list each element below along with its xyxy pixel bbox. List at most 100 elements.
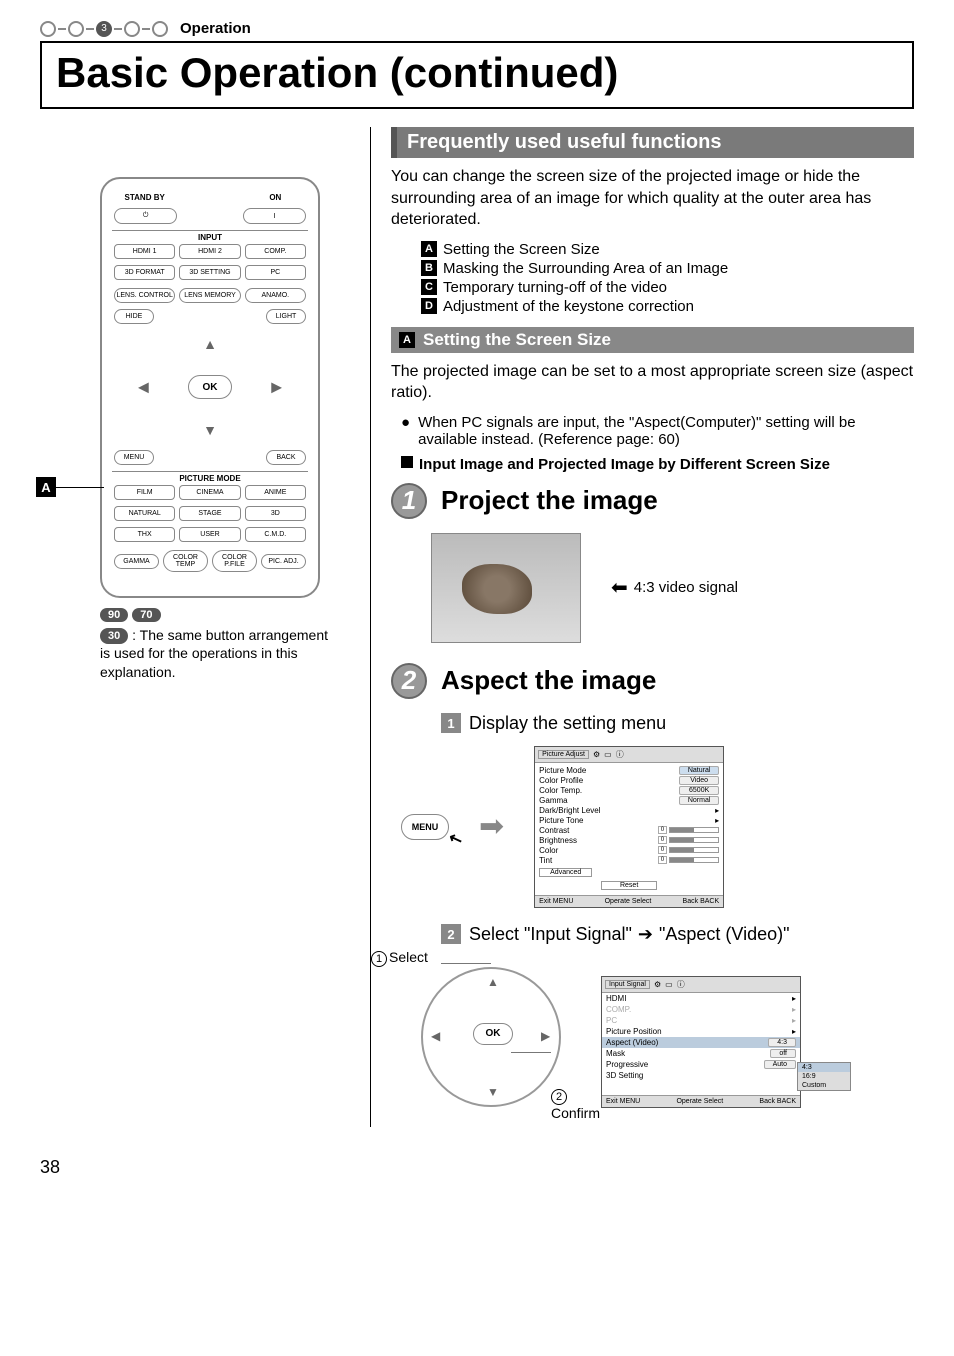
- bullet-icon: ●: [401, 414, 410, 448]
- pc-button[interactable]: PC: [245, 265, 306, 280]
- input-section-label: INPUT: [112, 230, 308, 242]
- standby-label: STAND BY: [112, 193, 177, 202]
- color-temp-button[interactable]: COLOR TEMP: [163, 550, 208, 572]
- remote-diagram: A STAND BY ON ⏻ I INPUT HDMI 1: [40, 177, 340, 598]
- step-active: 3: [96, 21, 112, 37]
- 3d-format-button[interactable]: 3D FORMAT: [114, 265, 175, 280]
- aspect-popup: 4:3 16:9 Custom: [797, 1062, 851, 1091]
- color-pfile-button[interactable]: COLOR P.FILE: [212, 550, 257, 572]
- sub-step-2-number: 2: [441, 924, 461, 944]
- 3d-button[interactable]: 3D: [245, 506, 306, 521]
- confirm-label: Confirm: [551, 1105, 600, 1121]
- ref-30: 30: [100, 628, 128, 644]
- menu-button[interactable]: MENU: [114, 450, 154, 465]
- sub-step-1: 1 Display the setting menu: [441, 713, 914, 734]
- sub-a-bold-text: Input Image and Projected Image by Diffe…: [419, 456, 830, 473]
- picture-mode-label: PICTURE MODE: [112, 471, 308, 483]
- ok-button[interactable]: OK: [188, 375, 232, 399]
- step-1-number: 1: [391, 483, 427, 519]
- sub-step-2-text-a: Select "Input Signal": [469, 924, 632, 945]
- cursor-icon: ↖: [446, 827, 465, 850]
- function-list: ASetting the Screen Size BMasking the Su…: [421, 241, 914, 315]
- list-c: Temporary turning-off of the video: [443, 279, 667, 296]
- select-confirm-diagram: 1Select ▲ ▼ ◀ ▶ OK 2Confirm: [401, 957, 581, 1127]
- video-signal-label: ⬅ 4:3 video signal: [611, 575, 738, 600]
- sub-a-text: The projected image can be set to a most…: [391, 361, 914, 404]
- intro-text: You can change the screen size of the pr…: [391, 166, 914, 231]
- sub-step-1-number: 1: [441, 713, 461, 733]
- back-button[interactable]: BACK: [266, 450, 306, 465]
- list-a: Setting the Screen Size: [443, 241, 600, 258]
- sub-a-bullet-text: When PC signals are input, the "Aspect(C…: [418, 414, 914, 448]
- lens-memory-button[interactable]: LENS MEMORY: [179, 288, 240, 303]
- section-heading: Frequently used useful functions: [391, 127, 914, 158]
- stage-button[interactable]: STAGE: [179, 506, 240, 521]
- arrow-right-icon: ➡: [479, 809, 504, 844]
- pic-adj-button[interactable]: PIC. ADJ.: [261, 554, 306, 569]
- popup-4-3[interactable]: 4:3: [798, 1063, 850, 1072]
- step-2-number: 2: [391, 663, 427, 699]
- sub-step-2-text-b: "Aspect (Video)": [659, 924, 790, 945]
- marker-d-icon: D: [421, 298, 437, 314]
- breadcrumb: 3 Operation: [40, 20, 914, 37]
- user-button[interactable]: USER: [179, 527, 240, 542]
- osd-picture-adjust: Picture Adjust⚙▭ⓘ Picture ModeNatural Co…: [534, 746, 724, 908]
- hdmi1-button[interactable]: HDMI 1: [114, 244, 175, 259]
- nav-down[interactable]: ▼: [203, 422, 217, 438]
- hdmi2-button[interactable]: HDMI 2: [179, 244, 240, 259]
- standby-button[interactable]: ⏻: [114, 208, 177, 224]
- sub-a-bold: Input Image and Projected Image by Diffe…: [401, 456, 914, 473]
- gamma-button[interactable]: GAMMA: [114, 554, 159, 569]
- select-label: Select: [389, 949, 428, 965]
- page-title-block: Basic Operation (continued): [40, 41, 914, 109]
- sub-step-1-text: Display the setting menu: [469, 713, 666, 734]
- lens-control-button[interactable]: LENS. CONTROL: [114, 288, 175, 303]
- step-1: 1 Project the image: [391, 483, 914, 519]
- subheading-a-text: Setting the Screen Size: [423, 330, 611, 350]
- step-2-title: Aspect the image: [441, 665, 656, 696]
- marker-a: A: [36, 477, 56, 497]
- on-label: ON: [243, 193, 308, 202]
- section-label: Operation: [180, 20, 251, 37]
- hide-button[interactable]: HIDE: [114, 309, 154, 324]
- nav-pad: ▲ ▼ ◀ ▶ OK: [112, 332, 308, 442]
- ref-70: 70: [132, 608, 160, 622]
- osd2-tab: Input Signal: [605, 980, 650, 989]
- ok-button-diagram[interactable]: OK: [473, 1023, 513, 1045]
- cinema-button[interactable]: CINEMA: [179, 485, 240, 500]
- left-note-text: : The same button arrangement is used fo…: [100, 627, 328, 680]
- light-button[interactable]: LIGHT: [266, 309, 306, 324]
- list-d: Adjustment of the keystone correction: [443, 298, 694, 315]
- anime-button[interactable]: ANIME: [245, 485, 306, 500]
- comp-button[interactable]: COMP.: [245, 244, 306, 259]
- step-indicator: 3: [40, 21, 168, 37]
- page-title: Basic Operation (continued): [56, 49, 898, 97]
- nav-right[interactable]: ▶: [271, 379, 282, 396]
- sub-step-2: 2 Select "Input Signal" ➔ "Aspect (Video…: [441, 924, 914, 945]
- marker-b-icon: B: [421, 260, 437, 276]
- 3d-setting-button[interactable]: 3D SETTING: [179, 265, 240, 280]
- anamo-button[interactable]: ANAMO.: [245, 288, 306, 303]
- projected-image-illustration: [431, 533, 581, 643]
- popup-custom[interactable]: Custom: [798, 1081, 850, 1090]
- step-2: 2 Aspect the image: [391, 663, 914, 699]
- list-b: Masking the Surrounding Area of an Image: [443, 260, 728, 277]
- reference-pills: 90 70: [100, 608, 340, 622]
- subheading-a: A Setting the Screen Size: [391, 327, 914, 353]
- popup-16-9[interactable]: 16:9: [798, 1072, 850, 1081]
- film-button[interactable]: FILM: [114, 485, 175, 500]
- marker-c-icon: C: [421, 279, 437, 295]
- nav-up[interactable]: ▲: [203, 336, 217, 352]
- on-button[interactable]: I: [243, 208, 306, 224]
- arrow-right-icon: ➔: [638, 924, 653, 945]
- step-1-title: Project the image: [441, 485, 658, 516]
- osd-input-signal: Input Signal⚙▭ⓘ HDMI▸ COMP.▸ PC▸ Picture…: [601, 976, 801, 1108]
- ref-90: 90: [100, 608, 128, 622]
- marker-a-icon: A: [399, 332, 415, 348]
- cmd-button[interactable]: C.M.D.: [245, 527, 306, 542]
- menu-button-diagram[interactable]: MENU ↖: [401, 814, 449, 840]
- natural-button[interactable]: NATURAL: [114, 506, 175, 521]
- thx-button[interactable]: THX: [114, 527, 175, 542]
- page-number: 38: [40, 1157, 914, 1178]
- nav-left[interactable]: ◀: [138, 379, 149, 396]
